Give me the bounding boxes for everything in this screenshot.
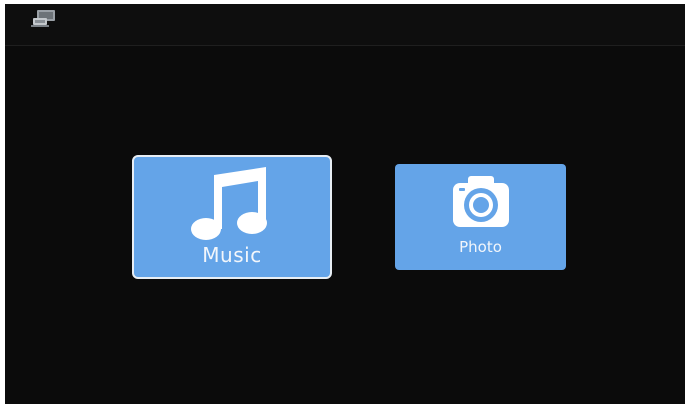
photo-label: Photo [459,238,502,256]
camera-icon [453,176,509,227]
music-note-icon [191,167,267,240]
top-bar [5,4,685,46]
photo-tile[interactable]: Photo [395,164,566,270]
media-player-screen: Music Photo [5,4,685,404]
media-source-icon [31,10,55,27]
music-tile[interactable]: Music [132,155,332,279]
music-label: Music [202,243,262,267]
